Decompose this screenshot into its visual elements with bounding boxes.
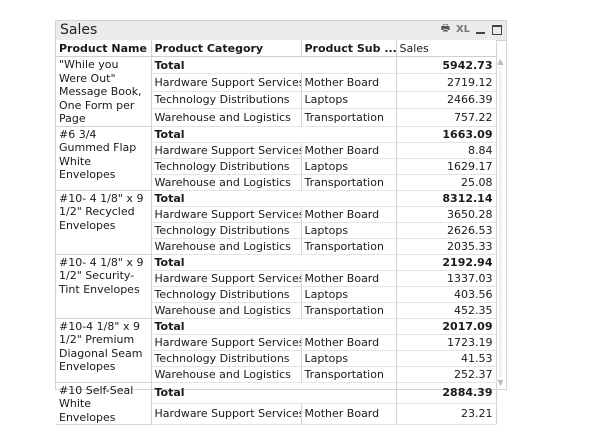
product-category-cell[interactable]: Technology Distributions (151, 286, 302, 303)
product-sub-cell[interactable]: Mother Board (301, 142, 397, 159)
scroll-track[interactable] (499, 67, 502, 377)
product-category-cell[interactable]: Hardware Support Services (151, 403, 302, 425)
product-sub-cell[interactable]: Mother Board (301, 73, 397, 92)
product-sub-cell[interactable]: Transportation (301, 366, 397, 383)
product-name-cell[interactable]: #10-4 1/8" x 9 1/2" Premium Diagonal Sea… (56, 318, 152, 383)
table-row-total[interactable]: #10-4 1/8" x 9 1/2" Premium Diagonal Sea… (56, 318, 497, 383)
product-sub-cell[interactable]: Transportation (301, 108, 397, 127)
total-label-cell: Total (151, 382, 397, 404)
table-row-total[interactable]: #10- 4 1/8" x 9 1/2" Recycled Envelopes T… (56, 190, 497, 255)
column-header-product-category[interactable]: Product Category (151, 40, 302, 57)
product-sub-cell[interactable]: Mother Board (301, 403, 397, 425)
product-name-cell[interactable]: "While you Were Out" Message Book, One F… (56, 56, 152, 127)
minimize-icon[interactable] (474, 23, 487, 36)
product-name-cell[interactable]: #10- 4 1/8" x 9 1/2" Security-Tint Envel… (56, 254, 152, 319)
product-category-cell[interactable]: Technology Distributions (151, 350, 302, 367)
sales-cell: 1629.17 (396, 158, 497, 175)
sales-cell: 1723.19 (396, 334, 497, 351)
column-header-product-sub[interactable]: Product Sub ... (301, 40, 397, 57)
sales-cell: 3650.28 (396, 206, 497, 223)
sales-table-panel: Sales 🖶 XL Product Name Product Category… (55, 20, 507, 425)
titlebar-icons: 🖶 XL (439, 23, 503, 36)
sales-cell: 403.56 (396, 286, 497, 303)
product-sub-cell[interactable]: Transportation (301, 302, 397, 319)
sales-cell: 23.21 (396, 403, 497, 425)
product-category-cell[interactable]: Warehouse and Logistics (151, 302, 302, 319)
vertical-scrollbar[interactable]: ▲ ▼ (496, 57, 505, 387)
total-label-cell: Total (151, 190, 397, 207)
sales-cell: 2466.39 (396, 91, 497, 110)
print-icon[interactable]: 🖶 (439, 23, 452, 36)
sales-cell: 452.35 (396, 302, 497, 319)
product-category-cell[interactable]: Technology Distributions (151, 158, 302, 175)
sales-cell: 757.22 (396, 108, 497, 127)
product-category-cell[interactable]: Warehouse and Logistics (151, 174, 302, 191)
product-category-cell[interactable]: Hardware Support Services (151, 334, 302, 351)
table-header-row: Product Name Product Category Product Su… (56, 40, 497, 57)
total-sales-cell: 2884.39 (396, 382, 497, 404)
export-excel-icon[interactable]: XL (455, 23, 471, 36)
product-category-cell[interactable]: Hardware Support Services (151, 206, 302, 223)
table-row-total[interactable]: #10 Self-Seal White Envelopes Total 2884.3… (56, 382, 497, 425)
product-sub-cell[interactable]: Laptops (301, 286, 397, 303)
product-category-cell[interactable]: Hardware Support Services (151, 73, 302, 92)
table-body: "While you Were Out" Message Book, One F… (56, 56, 497, 425)
total-label-cell: Total (151, 56, 397, 75)
total-sales-cell: 2192.94 (396, 254, 497, 271)
product-category-cell[interactable]: Hardware Support Services (151, 270, 302, 287)
total-sales-cell: 8312.14 (396, 190, 497, 207)
product-category-cell[interactable]: Warehouse and Logistics (151, 366, 302, 383)
product-category-cell[interactable]: Technology Distributions (151, 222, 302, 239)
column-header-sales[interactable]: Sales (396, 40, 497, 57)
product-sub-cell[interactable]: Laptops (301, 350, 397, 367)
total-label-cell: Total (151, 318, 397, 335)
product-category-cell[interactable]: Warehouse and Logistics (151, 238, 302, 255)
product-sub-cell[interactable]: Mother Board (301, 334, 397, 351)
sales-cell: 2719.12 (396, 73, 497, 92)
product-sub-cell[interactable]: Transportation (301, 238, 397, 255)
sales-cell: 41.53 (396, 350, 497, 367)
total-label-cell: Total (151, 126, 397, 143)
product-category-cell[interactable]: Warehouse and Logistics (151, 108, 302, 127)
table-row-total[interactable]: #10- 4 1/8" x 9 1/2" Security-Tint Envel… (56, 254, 497, 319)
total-sales-cell: 1663.09 (396, 126, 497, 143)
total-sales-cell: 2017.09 (396, 318, 497, 335)
product-sub-cell[interactable]: Laptops (301, 91, 397, 110)
product-name-cell[interactable]: #6 3/4 Gummed Flap White Envelopes (56, 126, 152, 191)
product-sub-cell[interactable]: Laptops (301, 222, 397, 239)
table-row-total[interactable]: "While you Were Out" Message Book, One F… (56, 56, 497, 127)
product-category-cell[interactable]: Hardware Support Services (151, 142, 302, 159)
sales-table: Product Name Product Category Product Su… (56, 40, 497, 425)
total-sales-cell: 5942.73 (396, 56, 497, 75)
product-sub-cell[interactable]: Mother Board (301, 270, 397, 287)
panel-titlebar: Sales 🖶 XL (56, 21, 506, 41)
product-sub-cell[interactable]: Transportation (301, 174, 397, 191)
scroll-down-arrow-icon[interactable]: ▼ (496, 378, 505, 387)
sales-cell: 25.08 (396, 174, 497, 191)
panel-title: Sales (60, 22, 98, 38)
product-name-cell[interactable]: #10 Self-Seal White Envelopes (56, 382, 152, 425)
product-name-cell[interactable]: #10- 4 1/8" x 9 1/2" Recycled Envelopes (56, 190, 152, 255)
maximize-icon[interactable] (490, 23, 503, 36)
sales-cell: 1337.03 (396, 270, 497, 287)
total-label-cell: Total (151, 254, 397, 271)
column-header-product-name[interactable]: Product Name (56, 40, 152, 57)
sales-cell: 8.84 (396, 142, 497, 159)
scroll-up-arrow-icon[interactable]: ▲ (496, 57, 505, 66)
product-sub-cell[interactable]: Laptops (301, 158, 397, 175)
product-sub-cell[interactable]: Mother Board (301, 206, 397, 223)
table-row-total[interactable]: #6 3/4 Gummed Flap White Envelopes Total 1… (56, 126, 497, 191)
sales-cell: 252.37 (396, 366, 497, 383)
sales-cell: 2626.53 (396, 222, 497, 239)
product-category-cell[interactable]: Technology Distributions (151, 91, 302, 110)
sales-cell: 2035.33 (396, 238, 497, 255)
